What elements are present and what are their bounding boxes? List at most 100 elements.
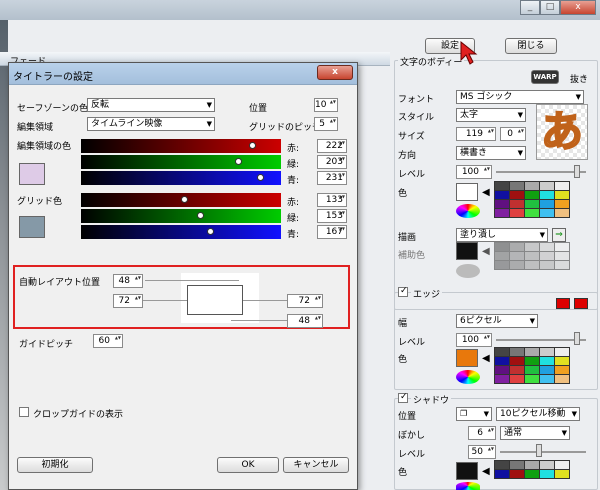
shadow-label[interactable]: シャドウ (411, 393, 452, 406)
dialog-close-button[interactable]: x (317, 65, 353, 80)
safe-zone-select[interactable]: 反転 (87, 98, 215, 112)
bottom-guide-line (231, 320, 287, 321)
level-slider[interactable] (496, 171, 586, 173)
grid-green-field[interactable]: 153 (317, 209, 347, 223)
edge-label[interactable]: エッジ (411, 287, 443, 300)
edit-blue-knob[interactable] (257, 174, 264, 181)
layout-bottom-spinner[interactable]: 48 (287, 314, 323, 328)
draw-select[interactable]: 塗り潰し (456, 228, 548, 242)
body-color-swatch[interactable] (456, 183, 478, 201)
level-spinner[interactable]: 100 (456, 165, 492, 179)
edge-color-label: 色 (398, 355, 408, 365)
edge-width-select[interactable]: 6ピクセル (456, 314, 538, 328)
color-wheel-icon[interactable] (456, 370, 480, 384)
dialog-title-bar: タイトラーの設定 x (9, 63, 357, 85)
edit-green-slider[interactable] (81, 155, 281, 169)
shadow-pos-select[interactable]: 10ピクセル移動 (496, 407, 580, 421)
grid-green-knob[interactable] (197, 212, 204, 219)
grid-pitch-spinner[interactable]: 5 (314, 117, 338, 131)
edit-green-field[interactable]: 203 (317, 155, 347, 169)
level-label: レベル (398, 170, 426, 180)
crop-guide-checkbox[interactable] (19, 407, 29, 417)
edit-area-select[interactable]: タイムライン映像 (87, 117, 215, 131)
edge-level-label: レベル (398, 338, 426, 348)
preview-char: あ (540, 106, 584, 157)
layout-right-spinner[interactable]: 72 (287, 294, 323, 308)
draw-arrow-icon[interactable]: ⇒ (552, 228, 566, 242)
red-label: 赤: (287, 198, 300, 208)
crop-guide-label[interactable]: クロップガイドの表示 (33, 407, 123, 420)
grid-green-slider[interactable] (81, 209, 281, 223)
shadow-direction-select[interactable]: ❐ (456, 407, 492, 421)
aux-color-palette[interactable] (494, 242, 570, 270)
edit-area-label: 編集領域 (17, 123, 54, 133)
close-button[interactable]: 閉じる (505, 38, 557, 54)
shadow-checkbox[interactable]: ✓ (398, 392, 408, 403)
warp-button[interactable]: WARP (531, 70, 559, 84)
edge-color-button[interactable] (556, 298, 570, 309)
blur-label: ぼかし (398, 431, 426, 441)
edge-color-button-2[interactable] (574, 298, 588, 309)
shadow-color-swatch[interactable] (456, 462, 478, 480)
left-guide-line (137, 300, 187, 301)
edge-color-palette[interactable] (494, 347, 570, 384)
right-guide-line (243, 300, 287, 301)
grid-blue-knob[interactable] (207, 228, 214, 235)
edit-blue-field[interactable]: 231 (317, 171, 347, 185)
grid-blue-field[interactable]: 167 (317, 225, 347, 239)
arrow-icon: ◀ (482, 353, 490, 364)
grid-red-knob[interactable] (181, 196, 188, 203)
edge-level-slider[interactable] (496, 339, 586, 341)
color-wheel-icon[interactable] (456, 264, 480, 278)
edit-red-knob[interactable] (249, 142, 256, 149)
size-spinner-2[interactable]: 0 (500, 127, 526, 141)
dialog-title: タイトラーの設定 (13, 72, 93, 83)
blue-label: 青: (287, 230, 300, 240)
color-wheel-icon[interactable] (456, 204, 480, 218)
shadow-color-palette[interactable] (494, 460, 570, 479)
guide-pitch-spinner[interactable]: 60 (93, 334, 123, 348)
edge-checkbox[interactable]: ✓ (398, 286, 408, 297)
edit-green-knob[interactable] (235, 158, 242, 165)
grid-red-field[interactable]: 133 (317, 193, 347, 207)
aux-color-swatch[interactable] (456, 242, 478, 260)
arrow-icon: ◀ (482, 246, 490, 257)
direction-select[interactable]: 横書き (456, 146, 526, 160)
style-select[interactable]: 太字 (456, 108, 526, 122)
grid-color-swatch[interactable] (19, 216, 45, 238)
shadow-pos-label: 位置 (398, 412, 417, 422)
edge-level-slider-thumb[interactable] (574, 332, 580, 345)
shadow-level-slider-thumb[interactable] (536, 444, 542, 457)
font-select[interactable]: MS ゴシック (456, 90, 584, 104)
edit-blue-slider[interactable] (81, 171, 281, 185)
green-label: 緑: (287, 160, 300, 170)
maximize-button[interactable]: □ (540, 0, 560, 15)
app-title-bar (0, 0, 600, 20)
edit-red-field[interactable]: 222 (317, 139, 347, 153)
ok-button[interactable]: OK (217, 457, 279, 473)
minimize-button[interactable]: _ (520, 0, 540, 15)
reset-button[interactable]: 初期化 (17, 457, 93, 473)
position-spinner[interactable]: 10 (314, 98, 338, 112)
body-color-palette[interactable] (494, 181, 570, 218)
level-slider-thumb[interactable] (574, 165, 580, 178)
shadow-level-spinner[interactable]: 50 (468, 445, 496, 459)
blur-mode-select[interactable]: 通常 (500, 426, 570, 440)
grid-pitch-label: グリッドのピッチ (249, 123, 322, 133)
nuki-label[interactable]: 抜き (570, 72, 588, 85)
edit-color-swatch[interactable] (19, 163, 45, 185)
size-label: サイズ (398, 132, 425, 142)
size-spinner[interactable]: 119 (456, 127, 496, 141)
cancel-button[interactable]: キャンセル (283, 457, 349, 473)
blur-spinner[interactable]: 6 (468, 426, 496, 440)
grid-blue-slider[interactable] (81, 225, 281, 239)
close-window-button[interactable]: x (560, 0, 596, 15)
shadow-level-label: レベル (398, 450, 426, 460)
layout-left-spinner[interactable]: 72 (113, 294, 143, 308)
color-wheel-icon[interactable] (456, 482, 480, 490)
layout-top-spinner[interactable]: 48 (113, 274, 143, 288)
shadow-level-slider[interactable] (500, 451, 586, 453)
edge-color-swatch[interactable] (456, 349, 478, 367)
titler-property-panel: 設定 閉じる 文字のボディー WARP 抜き フォント MS ゴシック スタイル… (390, 36, 600, 490)
edge-level-spinner[interactable]: 100 (456, 333, 492, 347)
